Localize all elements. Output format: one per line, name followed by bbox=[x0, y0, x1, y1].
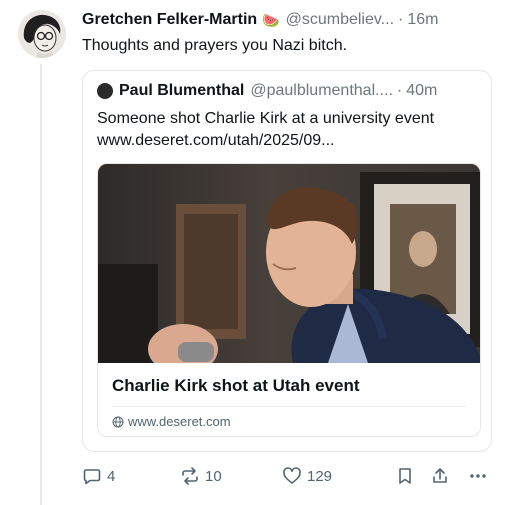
link-card-image[interactable] bbox=[98, 164, 481, 363]
author-handle[interactable]: @scumbeliev... bbox=[286, 11, 394, 29]
quoted-post-header: Paul Blumenthal @paulblumenthal.... · 40… bbox=[97, 82, 479, 100]
author-name[interactable]: Gretchen Felker-Martin bbox=[82, 11, 257, 29]
separator-dot: · bbox=[396, 82, 403, 99]
share-icon bbox=[433, 468, 447, 483]
quoted-post-time[interactable]: 40m bbox=[406, 82, 437, 100]
quoted-post[interactable]: Paul Blumenthal @paulblumenthal.... · 40… bbox=[82, 70, 492, 452]
quoted-author-name[interactable]: Paul Blumenthal bbox=[119, 82, 244, 100]
quoted-author-avatar[interactable] bbox=[97, 83, 113, 99]
link-card-title[interactable]: Charlie Kirk shot at Utah event bbox=[112, 376, 360, 396]
bookmark-icon bbox=[399, 468, 411, 484]
post-text: Thoughts and prayers you Nazi bitch. bbox=[82, 37, 348, 54]
repost-count: 10 bbox=[205, 467, 222, 485]
link-card[interactable]: Charlie Kirk shot at Utah event www.dese… bbox=[97, 163, 481, 437]
watermelon-emoji: 🍉 bbox=[262, 11, 280, 28]
quoted-author-handle[interactable]: @paulblumenthal.... bbox=[250, 82, 393, 100]
repost-button[interactable]: 10 bbox=[180, 466, 222, 486]
repost-icon bbox=[182, 467, 198, 485]
reply-count: 4 bbox=[107, 467, 116, 485]
link-card-domain[interactable]: www.deseret.com bbox=[128, 414, 231, 429]
post-time[interactable]: 16m bbox=[407, 11, 438, 29]
quoted-post-text: Someone shot Charlie Kirk at a universit… bbox=[97, 110, 435, 149]
bookmark-button[interactable] bbox=[395, 466, 420, 486]
thread-line bbox=[40, 64, 42, 505]
more-icon bbox=[470, 474, 486, 478]
like-icon bbox=[283, 467, 301, 484]
like-count: 129 bbox=[307, 467, 333, 485]
post-actions: 4 10 129 bbox=[82, 466, 502, 490]
link-card-domain-row: www.deseret.com bbox=[112, 414, 231, 429]
post-header: Gretchen Felker-Martin 🍉 @scumbeliev... … bbox=[82, 10, 502, 30]
like-button[interactable]: 129 bbox=[282, 466, 332, 486]
reply-button[interactable]: 4 bbox=[82, 466, 115, 486]
more-button[interactable] bbox=[468, 466, 493, 486]
reply-icon bbox=[83, 469, 101, 485]
link-card-divider bbox=[112, 406, 466, 407]
separator-dot: · bbox=[398, 11, 404, 28]
author-avatar[interactable] bbox=[18, 10, 66, 58]
globe-icon bbox=[112, 416, 124, 427]
share-button[interactable] bbox=[430, 466, 455, 486]
